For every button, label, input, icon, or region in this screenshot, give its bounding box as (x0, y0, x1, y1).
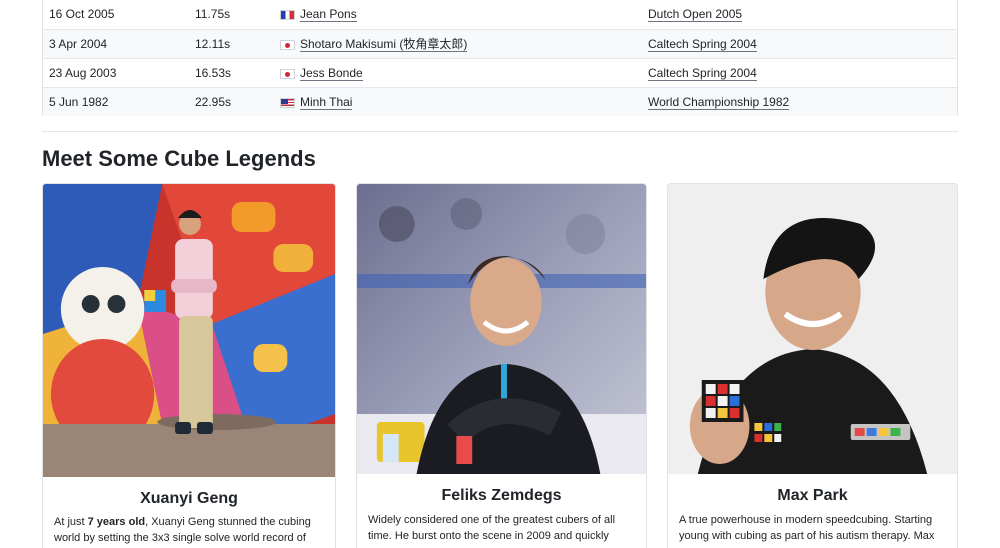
person-link[interactable]: Jean Pons (300, 7, 357, 22)
legend-card[interactable]: Xuanyi Geng At just 7 years old, Xuanyi … (42, 183, 336, 548)
record-person: Jess Bonde (280, 66, 363, 81)
legend-card[interactable]: Feliks Zemdegs Widely considered one of … (356, 183, 647, 548)
legend-intro: At just 7 years old, Xuanyi Geng stunned… (54, 516, 311, 544)
legend-name: Feliks Zemdegs (441, 487, 562, 504)
record-date: 16 Oct 2005 (49, 7, 115, 21)
record-date: 5 Jun 1982 (49, 95, 109, 109)
record-time: 16.53s (195, 66, 232, 80)
legend-card[interactable]: Max Park A true powerhouse in modern spe… (667, 183, 958, 548)
table-row: 16 Oct 2005 11.75s Jean Pons Dutch Open … (43, 0, 957, 29)
record-date: 3 Apr 2004 (49, 37, 108, 51)
table-row: 3 Apr 2004 12.11s Shotaro Makisumi (牧角章太… (43, 29, 957, 58)
person-link[interactable]: Minh Thai (300, 95, 353, 110)
legend-name: Max Park (777, 487, 848, 504)
competition-link[interactable]: Caltech Spring 2004 (648, 66, 757, 81)
legend-name: Xuanyi Geng (140, 490, 238, 507)
record-time: 12.11s (195, 37, 231, 51)
record-person: Jean Pons (280, 7, 357, 22)
person-link[interactable]: Jess Bonde (300, 66, 363, 81)
person-link[interactable]: Shotaro Makisumi (牧角章太郎) (300, 37, 468, 52)
record-time: 22.95s (195, 95, 232, 109)
legend-photo (43, 184, 335, 477)
records-table: 16 Oct 2005 11.75s Jean Pons Dutch Open … (42, 0, 958, 116)
record-time: 11.75s (195, 7, 231, 21)
competition-link[interactable]: Caltech Spring 2004 (648, 37, 757, 52)
section-title: Meet Some Cube Legends (42, 146, 316, 171)
record-person: Minh Thai (280, 95, 353, 110)
legend-photo (668, 184, 957, 474)
japan-flag-icon (280, 68, 295, 79)
table-row: 23 Aug 2003 16.53s Jess Bonde Caltech Sp… (43, 58, 957, 87)
table-row: 5 Jun 1982 22.95s Minh Thai World Champi… (43, 87, 957, 116)
competition-link[interactable]: Dutch Open 2005 (648, 7, 743, 22)
section-divider (42, 131, 958, 132)
legend-intro: A true powerhouse in modern speedcubing.… (679, 514, 935, 542)
legend-photo (357, 184, 646, 474)
competition-link[interactable]: World Championship 1982 (648, 95, 790, 110)
record-competition: World Championship 1982 (648, 95, 790, 110)
usa-flag-icon (280, 97, 295, 108)
france-flag-icon (280, 9, 295, 20)
legend-intro: Widely considered one of the greatest cu… (368, 514, 616, 542)
record-competition: Dutch Open 2005 (648, 7, 743, 22)
legend-intro-highlight: 7 years old (87, 516, 146, 528)
record-competition: Caltech Spring 2004 (648, 66, 757, 81)
record-competition: Caltech Spring 2004 (648, 37, 757, 52)
record-date: 23 Aug 2003 (49, 66, 117, 80)
record-person: Shotaro Makisumi (牧角章太郎) (280, 37, 468, 52)
japan-flag-icon (280, 39, 295, 50)
